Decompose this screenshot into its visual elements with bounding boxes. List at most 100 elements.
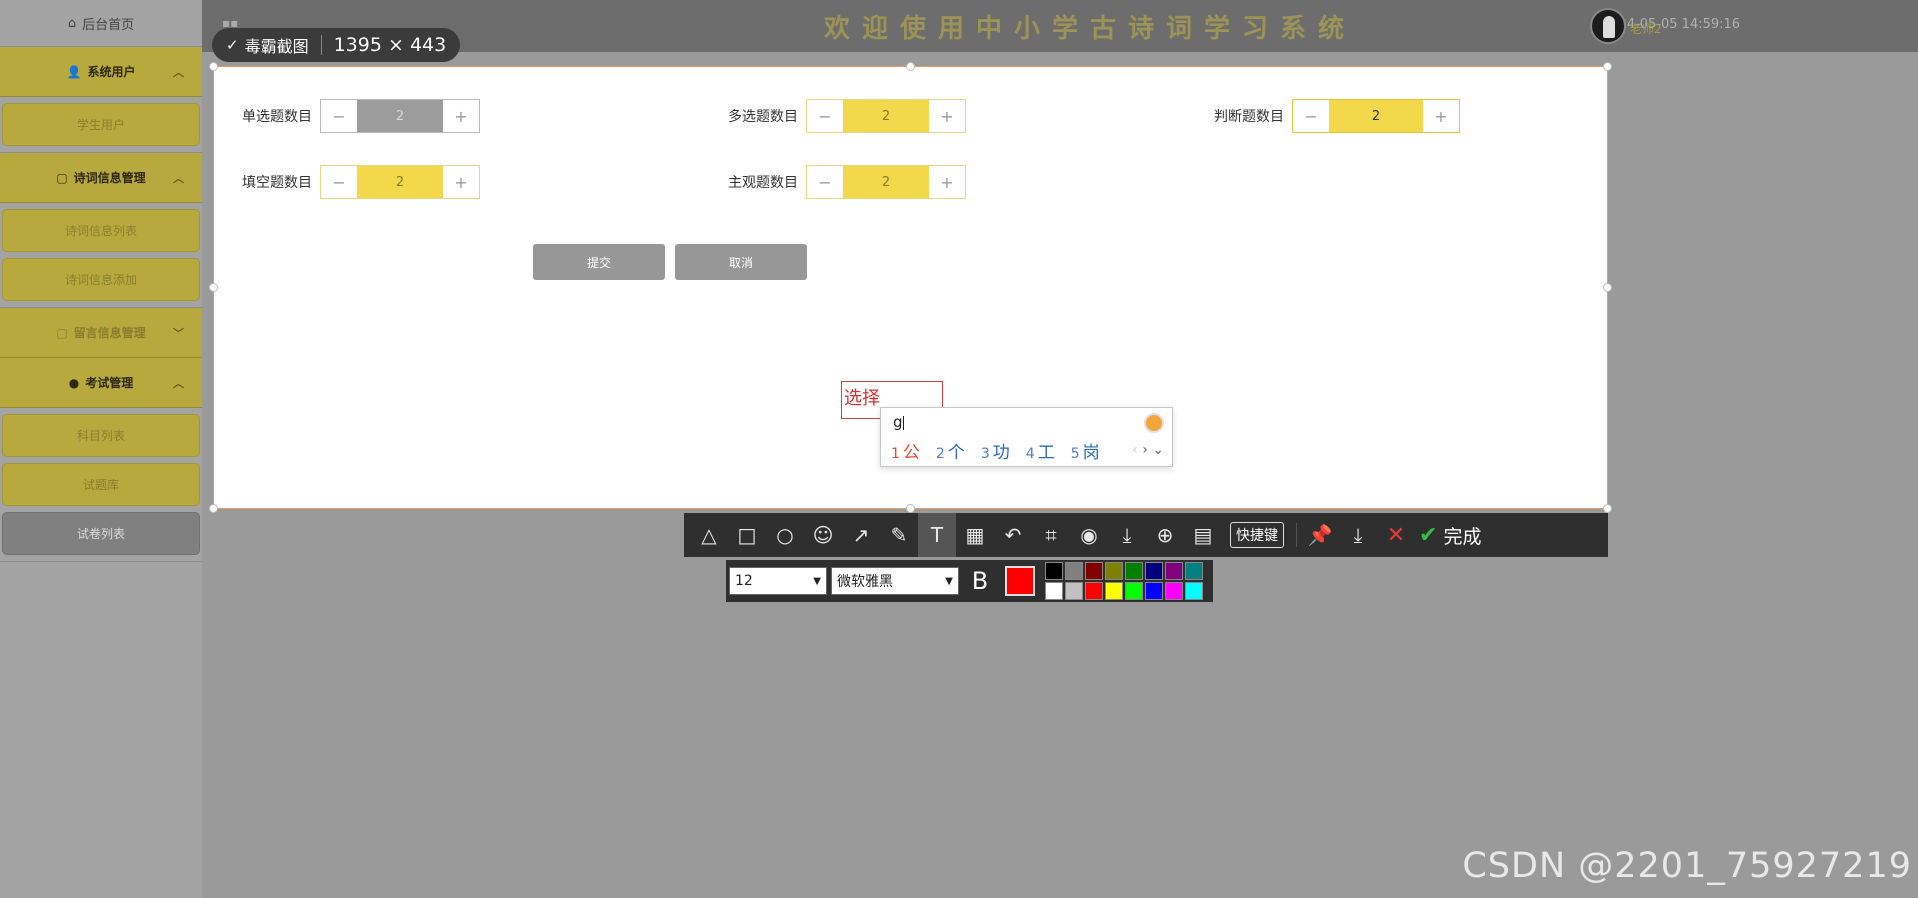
field-single-choice: 单选题数目 − 2 +: [224, 99, 480, 133]
sidebar-group-label: 考试管理: [85, 376, 134, 390]
color-swatch[interactable]: [1105, 582, 1123, 600]
capture-badge: ✓ 毒霸截图 1395 × 443: [212, 28, 460, 62]
sidebar: ⌂ 后台首页 👤 系统用户 ︿ 学生用户 ▢ 诗词信息管理 ︿ 诗词信息列表 诗…: [0, 0, 202, 898]
ime-candidate[interactable]: 3功: [981, 438, 1010, 463]
field-fill-blank: 填空题数目 − 2 +: [224, 165, 480, 199]
minus-icon[interactable]: −: [1293, 100, 1329, 132]
sidebar-group-label: 诗词信息管理: [73, 171, 146, 185]
color-swatch[interactable]: [1045, 562, 1063, 580]
font-family-select[interactable]: 微软雅黑 ▼: [831, 567, 959, 595]
sidebar-item-subject-list[interactable]: 科目列表: [2, 414, 200, 457]
cancel-button[interactable]: 取消: [675, 244, 807, 280]
color-swatch[interactable]: [1125, 582, 1143, 600]
color-swatch[interactable]: [1185, 562, 1203, 580]
color-swatch[interactable]: [1165, 582, 1183, 600]
stepper-value[interactable]: 2: [357, 166, 443, 198]
undo-icon[interactable]: ↶: [994, 513, 1032, 557]
shortcut-button[interactable]: 快捷键: [1230, 522, 1284, 548]
ime-candidate[interactable]: 2个: [936, 438, 965, 463]
capture-selection[interactable]: 单选题数目 − 2 + 多选题数目 − 2 + 判断题数目 − 2 + 填空题数…: [209, 62, 1612, 513]
stepper-value[interactable]: 2: [357, 100, 443, 132]
color-swatch[interactable]: [1185, 582, 1203, 600]
stepper-value[interactable]: 2: [1329, 100, 1423, 132]
shapes-icon[interactable]: △: [690, 513, 728, 557]
field-subjective: 主观题数目 − 2 +: [710, 165, 966, 199]
close-icon[interactable]: ✕: [1377, 523, 1415, 548]
emoji-icon[interactable]: ☺: [804, 513, 842, 557]
multi-choice-stepper[interactable]: − 2 +: [806, 99, 966, 133]
sidebar-item-question-bank[interactable]: 试题库: [2, 463, 200, 506]
sidebar-home[interactable]: ⌂ 后台首页: [0, 0, 202, 46]
color-swatch[interactable]: [1145, 562, 1163, 580]
avatar[interactable]: [1590, 8, 1626, 44]
add-capture-icon[interactable]: ⊕: [1146, 513, 1184, 557]
color-palette: [1045, 562, 1203, 600]
download-icon[interactable]: ⤓: [1339, 513, 1377, 557]
ocr-icon[interactable]: ⌗: [1032, 513, 1070, 557]
sidebar-group-message-management[interactable]: ▢ 留言信息管理 ﹀: [0, 308, 202, 358]
sidebar-group-label: 留言信息管理: [73, 326, 146, 340]
color-swatch[interactable]: [1145, 582, 1163, 600]
sidebar-group-exam-management[interactable]: ● 考试管理 ︿: [0, 358, 202, 408]
document-icon: ▢: [56, 170, 68, 185]
sidebar-item-paper-list[interactable]: 试卷列表: [2, 512, 200, 555]
sidebar-group-poem-management[interactable]: ▢ 诗词信息管理 ︿: [0, 153, 202, 203]
rectangle-icon[interactable]: □: [728, 513, 766, 557]
color-swatch[interactable]: [1105, 562, 1123, 580]
stepper-value[interactable]: 2: [843, 100, 929, 132]
pin-icon[interactable]: 📌: [1301, 513, 1339, 557]
color-swatch[interactable]: [1045, 582, 1063, 600]
plus-icon[interactable]: +: [443, 100, 479, 132]
subjective-stepper[interactable]: − 2 +: [806, 165, 966, 199]
color-swatch[interactable]: [1065, 582, 1083, 600]
screenshot-logo-icon: ✓: [226, 36, 239, 54]
sidebar-home-label: 后台首页: [82, 17, 135, 33]
comment-icon[interactable]: ▤: [1184, 513, 1222, 557]
screenshot-toolbar: △ □ ○ ☺ ↗ ✎ T ▦ ↶ ⌗ ◉ ⤓ ⊕ ▤ 快捷键 📌 ⤓ ✕ ✔ 完…: [684, 513, 1608, 557]
sidebar-item-poem-list[interactable]: 诗词信息列表: [2, 209, 200, 252]
ime-page-nav[interactable]: ‹ › ⌄: [1132, 442, 1164, 458]
header-username[interactable]: 老师2: [1630, 20, 1662, 37]
font-size-select[interactable]: 12 ▼: [729, 567, 827, 595]
sidebar-item-student-users[interactable]: 学生用户: [2, 103, 200, 146]
color-swatch[interactable]: [1065, 562, 1083, 580]
arrow-icon[interactable]: ↗: [842, 513, 880, 557]
sidebar-group-system-users[interactable]: 👤 系统用户 ︿: [0, 47, 202, 97]
long-screenshot-icon[interactable]: ⤓: [1108, 513, 1146, 557]
ime-candidate[interactable]: 4工: [1026, 438, 1055, 463]
chevron-up-icon: ︿: [173, 376, 184, 390]
minus-icon[interactable]: −: [321, 100, 357, 132]
true-false-stepper[interactable]: − 2 +: [1292, 99, 1460, 133]
current-color-swatch[interactable]: [1005, 566, 1035, 596]
color-swatch[interactable]: [1085, 582, 1103, 600]
minus-icon[interactable]: −: [321, 166, 357, 198]
bold-button[interactable]: B: [963, 567, 997, 595]
ime-skin-icon[interactable]: [1144, 413, 1164, 433]
single-choice-stepper[interactable]: − 2 +: [320, 99, 480, 133]
submit-button[interactable]: 提交: [533, 244, 665, 280]
minus-icon[interactable]: −: [807, 100, 843, 132]
capture-dimensions: 1395 × 443: [333, 34, 447, 56]
ime-candidate[interactable]: 5岗: [1071, 438, 1100, 463]
ime-input: g: [893, 413, 904, 431]
color-swatch[interactable]: [1125, 562, 1143, 580]
plus-icon[interactable]: +: [1423, 100, 1459, 132]
ime-candidate[interactable]: 1公: [891, 438, 920, 463]
color-swatch[interactable]: [1165, 562, 1183, 580]
plus-icon[interactable]: +: [929, 166, 965, 198]
record-icon[interactable]: ◉: [1070, 513, 1108, 557]
color-swatch[interactable]: [1085, 562, 1103, 580]
pen-icon[interactable]: ✎: [880, 513, 918, 557]
font-size-value: 12: [735, 573, 753, 589]
done-button[interactable]: ✔ 完成: [1419, 522, 1481, 549]
ime-candidates: 1公 2个 3功 4工 5岗: [891, 438, 1100, 463]
plus-icon[interactable]: +: [443, 166, 479, 198]
mosaic-icon[interactable]: ▦: [956, 513, 994, 557]
text-icon[interactable]: T: [918, 513, 956, 557]
sidebar-item-poem-add[interactable]: 诗词信息添加: [2, 258, 200, 301]
plus-icon[interactable]: +: [929, 100, 965, 132]
minus-icon[interactable]: −: [807, 166, 843, 198]
fill-blank-stepper[interactable]: − 2 +: [320, 165, 480, 199]
stepper-value[interactable]: 2: [843, 166, 929, 198]
ellipse-icon[interactable]: ○: [766, 513, 804, 557]
